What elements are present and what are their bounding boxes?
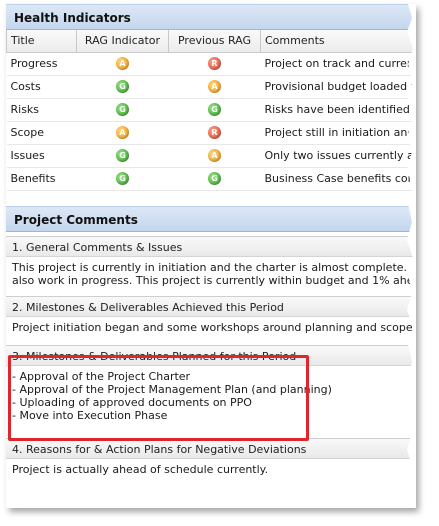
previous-rag-status-icon: G — [208, 172, 221, 186]
table-row[interactable]: Issues G A Only two issues currently and ne… — [6, 144, 416, 168]
previous-rag-cell: G — [168, 167, 261, 191]
report-sheet: Health Indicators Title RAG Indicator Pr… — [6, 4, 416, 508]
health-indicators-header: Health Indicators — [6, 4, 416, 30]
row-title: Risks — [6, 98, 77, 122]
row-comment: Business Case benefits complete and sign… — [260, 167, 416, 191]
col-previous-rag[interactable]: Previous RAG — [168, 30, 261, 53]
general-comments-text: This project is currently in initiation … — [12, 260, 416, 287]
previous-rag-cell: R — [168, 52, 261, 76]
table-header-row: Title RAG Indicator Previous RAG Comment… — [6, 30, 416, 53]
milestones-achieved-text: Project initiation began and some worksh… — [12, 320, 416, 334]
previous-rag-status-icon: A — [208, 80, 221, 94]
table-row[interactable]: Scope A R Project still in initiation and t… — [6, 121, 416, 145]
col-rag[interactable]: RAG Indicator — [76, 30, 169, 53]
rag-indicator-cell: A — [76, 52, 169, 76]
rag-indicator-cell: G — [76, 75, 169, 99]
previous-rag-status-icon: G — [208, 103, 221, 117]
rag-indicator-cell: G — [76, 144, 169, 168]
previous-rag-cell: G — [168, 98, 261, 122]
table-row[interactable]: Risks G G Risks have been identified during… — [6, 98, 416, 122]
previous-rag-cell: A — [168, 75, 261, 99]
col-comments[interactable]: Comments — [260, 30, 416, 53]
rag-indicator-cell: A — [76, 121, 169, 145]
general-comments-header[interactable]: 1. General Comments & Issues — [6, 235, 416, 257]
rag-indicator-cell: G — [76, 98, 169, 122]
row-title: Progress — [6, 52, 77, 76]
rag-status-icon: G — [116, 80, 129, 94]
milestones-achieved-header[interactable]: 2. Milestones & Deliverables Achieved th… — [6, 295, 416, 317]
row-comment: Only two issues currently and neither — [260, 144, 416, 168]
row-comment: Project on track and currently in initia… — [260, 52, 416, 76]
table-row[interactable]: Progress A R Project on track and currently… — [6, 52, 416, 76]
rag-status-icon: A — [116, 57, 129, 71]
row-comment: Provisional budget loaded yet detailed — [260, 75, 416, 99]
previous-rag-cell: A — [168, 144, 261, 168]
rag-status-icon: G — [116, 172, 129, 186]
row-title: Issues — [6, 144, 77, 168]
table-row[interactable]: Costs G A Provisional budget loaded yet det… — [6, 75, 416, 99]
health-table: Title RAG Indicator Previous RAG Comment… — [6, 30, 416, 191]
previous-rag-status-icon: R — [208, 126, 221, 140]
row-title: Benefits — [6, 167, 77, 191]
row-title: Costs — [6, 75, 77, 99]
col-title[interactable]: Title — [6, 30, 77, 53]
rag-status-icon: G — [116, 103, 129, 117]
project-comments-header: Project Comments — [6, 205, 416, 232]
row-comment: Project still in initiation and thus sco… — [260, 121, 416, 145]
previous-rag-status-icon: R — [208, 57, 221, 71]
previous-rag-status-icon: A — [208, 149, 221, 163]
rag-status-icon: G — [116, 149, 129, 163]
negative-deviations-header[interactable]: 4. Reasons for & Action Plans for Negati… — [6, 437, 416, 459]
rag-status-icon: A — [116, 126, 129, 140]
row-title: Scope — [6, 121, 77, 145]
rag-indicator-cell: G — [76, 167, 169, 191]
negative-deviations-text: Project is actually ahead of schedule cu… — [12, 462, 269, 476]
previous-rag-cell: R — [168, 121, 261, 145]
milestones-planned-header[interactable]: 3. Milestones & Deliverables Planned for… — [6, 344, 416, 366]
row-comment: Risks have been identified during worksh… — [260, 98, 416, 122]
torn-edge-decoration — [407, 4, 416, 508]
table-row[interactable]: Benefits G G Business Case benefits complet… — [6, 167, 416, 191]
milestones-planned-text: - Approval of the Project Charter - Appr… — [12, 369, 332, 422]
